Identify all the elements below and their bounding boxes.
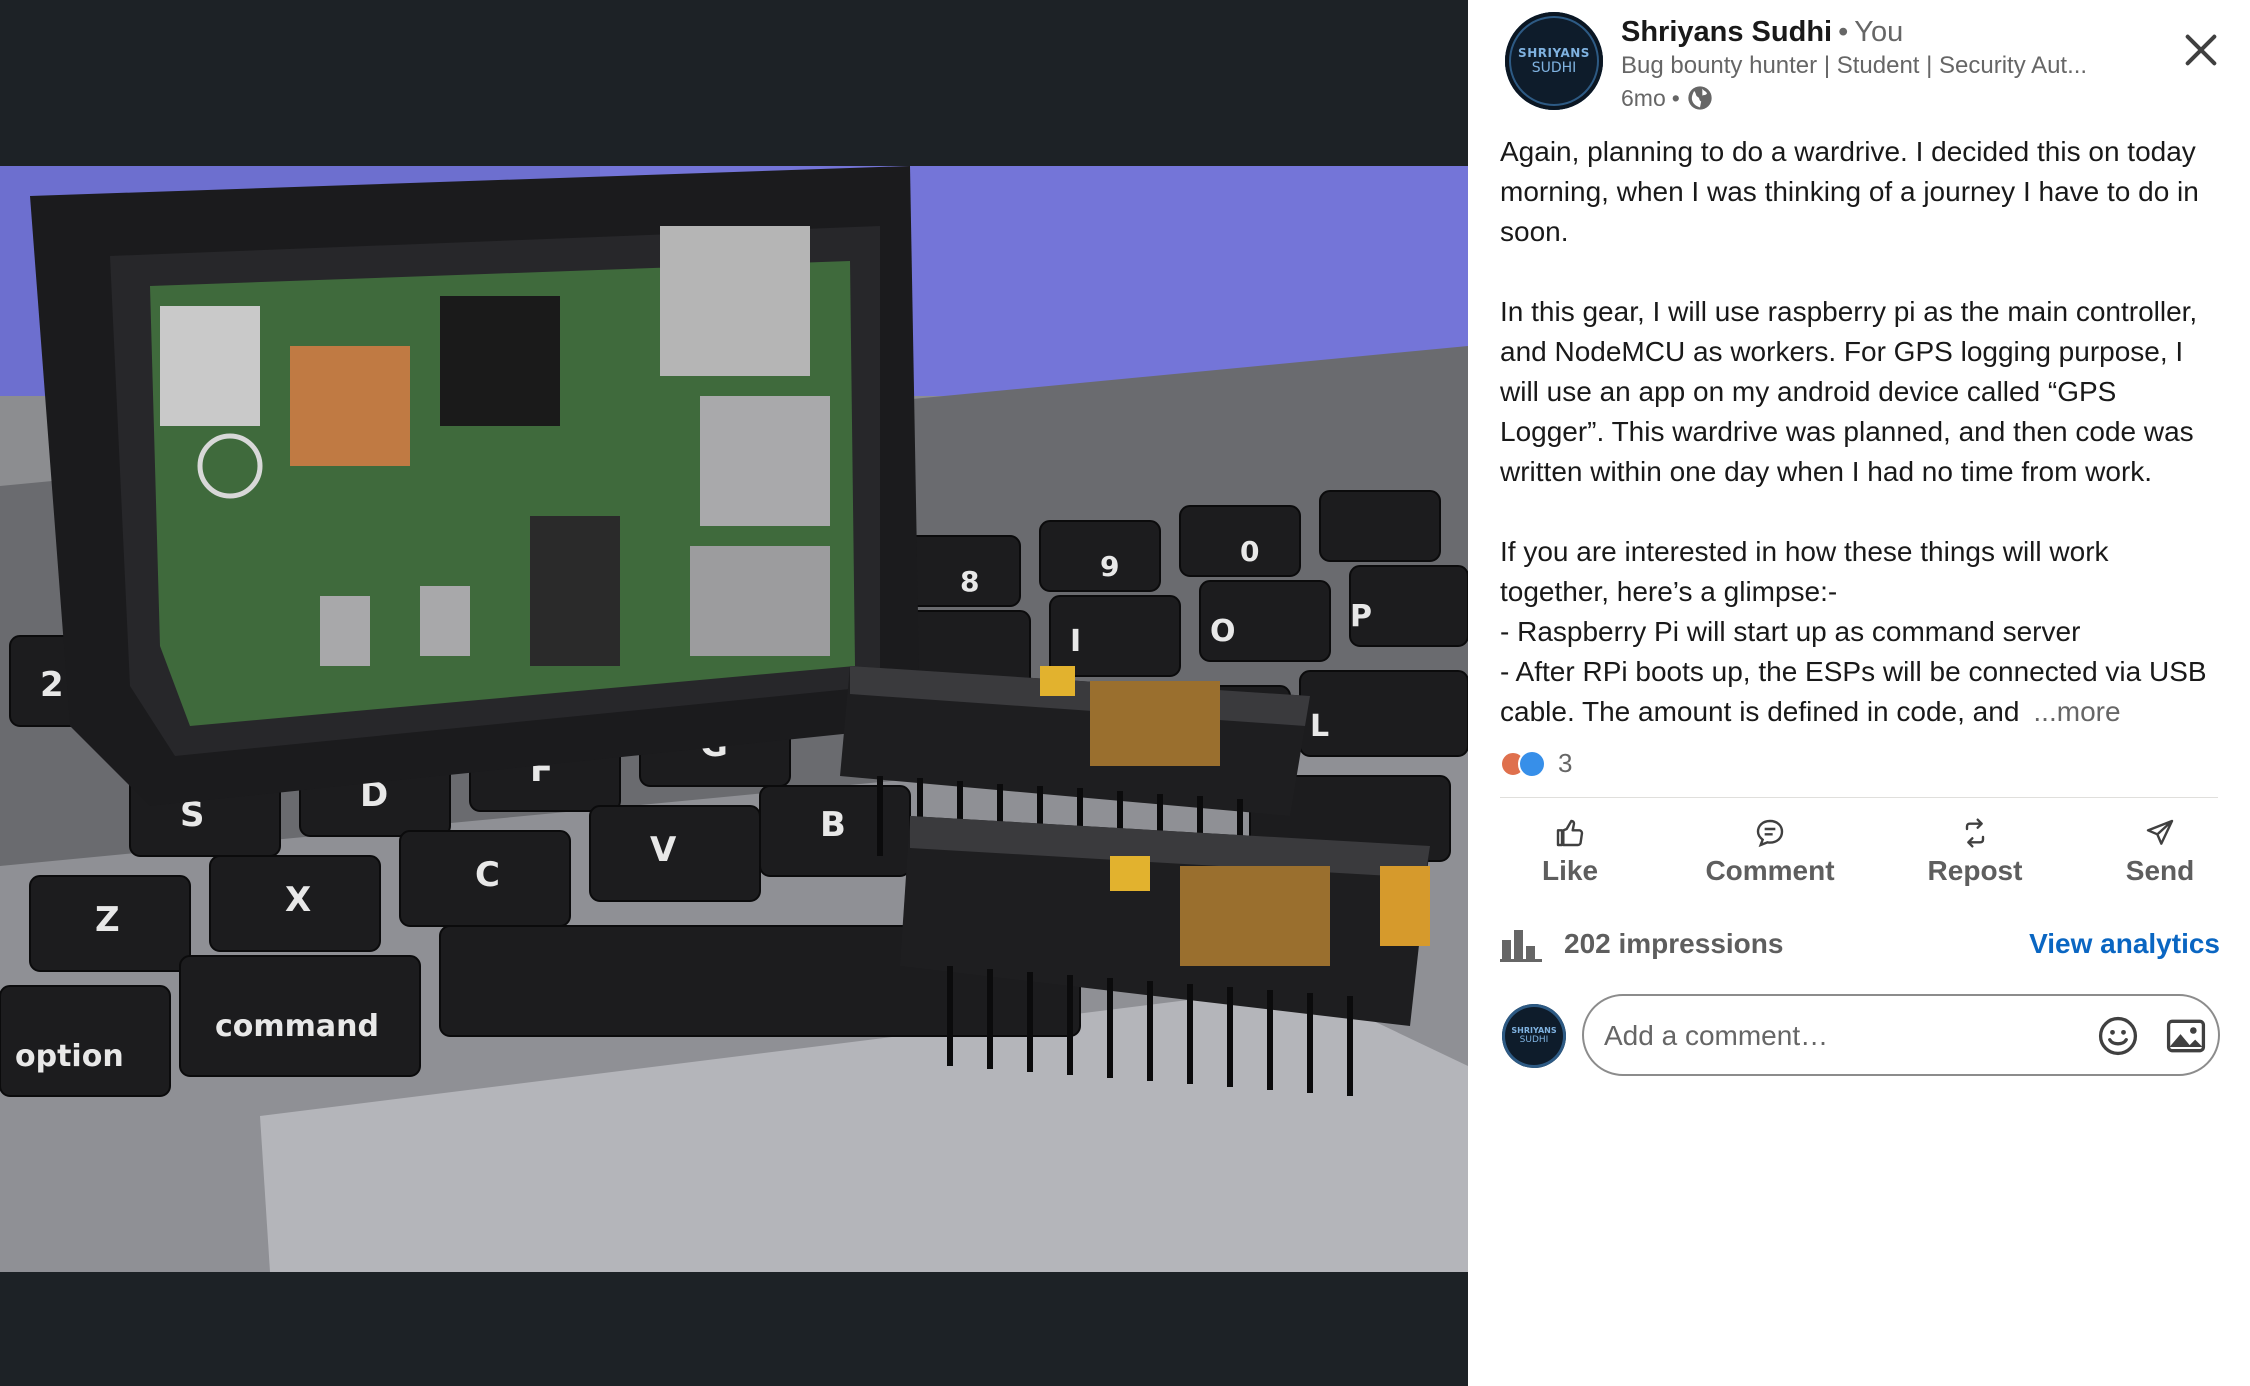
reactions-summary[interactable]: 3 <box>1500 748 1572 779</box>
comment-icon <box>1756 819 1784 848</box>
reaction-count: 3 <box>1558 748 1573 778</box>
media-viewer: 2 S D F G Y Z X C V B 8 9 0 O P L I opti… <box>0 0 1468 1386</box>
key-command: command <box>215 1009 379 1044</box>
divider <box>1500 797 2218 798</box>
key-p: P <box>1350 599 1372 634</box>
post-time: 6mo <box>1621 84 1666 111</box>
key-9: 9 <box>1100 550 1119 583</box>
post-paragraph-2: In this gear, I will use raspberry pi as… <box>1500 296 2198 487</box>
key-b: B <box>820 805 846 845</box>
impressions-count[interactable]: 202 impressions <box>1564 928 1783 960</box>
like-label: Like <box>1541 855 1599 886</box>
thumbs-up-icon <box>1556 819 1584 847</box>
image-icon[interactable] <box>2164 1014 2208 1058</box>
key-0: 0 <box>1240 535 1259 568</box>
comment-input[interactable] <box>1602 1012 2066 1060</box>
key-c: C <box>475 855 500 895</box>
like-reaction-icon <box>1518 749 1546 778</box>
comment-composer: SHRIYANS SUDHI <box>1500 994 2220 1078</box>
post-paragraph-3-line-2: - Raspberry Pi will start up as command … <box>1500 616 2081 647</box>
author-name[interactable]: Shriyans Sudhi <box>1621 16 1832 48</box>
like-button[interactable]: Like <box>1500 808 1640 896</box>
commenter-avatar-line2: SUDHI <box>1519 1035 1549 1045</box>
key-v: V <box>650 830 677 870</box>
send-label: Send <box>2125 855 2195 886</box>
view-analytics-link[interactable]: View analytics <box>2029 928 2220 960</box>
post-paragraph-1: Again, planning to do a wardrive. I deci… <box>1500 136 2199 247</box>
key-l: L <box>1310 709 1329 744</box>
key-o: O <box>1210 614 1236 649</box>
key-i: I <box>1070 624 1081 659</box>
photo-illustration: 2 S D F G Y Z X C V B 8 9 0 O P L I opti… <box>0 166 1468 1272</box>
comment-box[interactable] <box>1582 994 2220 1076</box>
post-paragraph-3-line-3: - After RPi boots up, the ESPs will be c… <box>1500 652 2220 732</box>
avatar-text-line2: SUDHI <box>1531 60 1577 76</box>
comment-button[interactable]: Comment <box>1685 808 1855 896</box>
author-relation: You <box>1854 16 1904 48</box>
action-bar: Like Comment Repost Send <box>1500 808 2220 896</box>
repost-label: Repost <box>1927 855 2023 886</box>
author-separator: • <box>1838 16 1849 48</box>
post-text: Again, planning to do a wardrive. I deci… <box>1500 132 2220 732</box>
see-more-link[interactable]: ...more <box>2033 696 2120 727</box>
key-x: X <box>285 880 311 920</box>
commenter-avatar-line1: SHRIYANS <box>1511 1026 1557 1035</box>
commenter-avatar: SHRIYANS SUDHI <box>1502 1004 1566 1068</box>
repost-button[interactable]: Repost <box>1900 808 2050 896</box>
close-button[interactable] <box>2173 22 2229 78</box>
post-paragraph-3-line-1: If you are interested in how these thing… <box>1500 536 2109 607</box>
post-photo[interactable]: 2 S D F G Y Z X C V B 8 9 0 O P L I opti… <box>0 166 1468 1272</box>
post-meta: 6mo • <box>1621 84 1714 112</box>
send-icon <box>2146 819 2174 845</box>
author-avatar[interactable]: SHRIYANS SUDHI <box>1505 12 1603 110</box>
globe-icon <box>1688 86 1712 110</box>
analytics-row: 202 impressions View analytics <box>1500 918 2220 970</box>
meta-separator: • <box>1671 84 1680 111</box>
key-2: 2 <box>40 665 64 705</box>
send-button[interactable]: Send <box>2100 808 2220 896</box>
key-option: option <box>15 1039 124 1074</box>
key-z: Z <box>95 900 120 940</box>
author-headline: Bug bounty hunter | Student | Security A… <box>1621 52 2088 79</box>
post-panel: SHRIYANS SUDHI Shriyans Sudhi • You Bug bo… <box>1468 0 2250 1386</box>
emoji-icon[interactable] <box>2096 1014 2140 1058</box>
author-line: Shriyans Sudhi • You <box>1621 16 1903 49</box>
repost-icon <box>1965 818 1985 848</box>
comment-label: Comment <box>1705 855 1835 886</box>
analytics-bars-icon <box>1500 930 1542 962</box>
close-icon <box>2185 34 2217 66</box>
key-8: 8 <box>960 565 979 598</box>
avatar-text-line1: SHRIYANS <box>1518 46 1590 60</box>
